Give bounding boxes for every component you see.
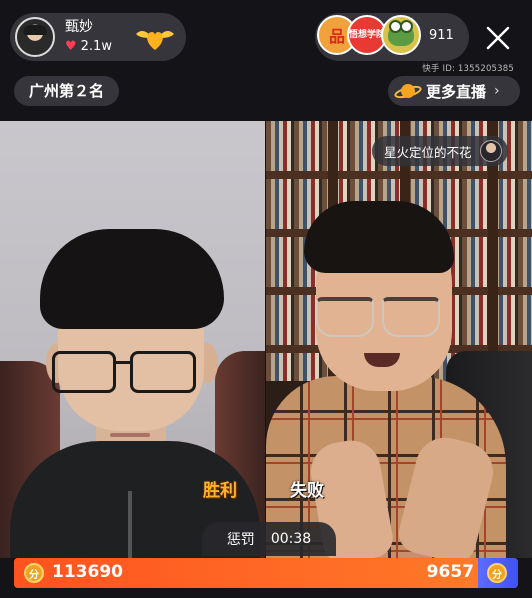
jacket-zipper: [128, 491, 132, 558]
host-info-pill[interactable]: 甄妙 ♥ 2.1w: [10, 13, 186, 61]
glasses-bridge: [114, 361, 132, 364]
viewer-count: 911: [429, 28, 454, 43]
kuaishou-id-watermark: 快手 ID: 1355205385: [422, 64, 514, 74]
frog-icon: [388, 20, 414, 46]
coin-icon: 分: [487, 563, 507, 583]
score-right: 9657: [426, 562, 474, 582]
coin-icon: 分: [24, 563, 44, 583]
more-live-button[interactable]: 更多直播 ›: [388, 76, 520, 106]
opponent-name: 星火定位的不花: [384, 144, 472, 160]
glasses-lens-left: [52, 351, 116, 393]
chevron-right-icon: ›: [494, 83, 500, 99]
opponent-name-pill[interactable]: 星火定位的不花: [372, 136, 508, 166]
likes-count: 2.1w: [80, 39, 112, 54]
opponent-avatar[interactable]: [479, 140, 502, 162]
host-name: 甄妙: [65, 19, 93, 35]
punishment-timer: 惩罚 00:38: [202, 522, 336, 556]
heart-wings-follow-icon[interactable]: [134, 24, 176, 54]
heart-icon: ♥: [65, 39, 77, 54]
pk-score-bar[interactable]: 分 113690 9657 分: [14, 558, 518, 588]
host-info: 甄妙 ♥ 2.1w: [65, 18, 112, 56]
host-avatar[interactable]: [15, 17, 55, 57]
viewer-avatar-3[interactable]: [381, 15, 421, 55]
win-result-label: 胜利: [203, 481, 237, 501]
more-live-label: 更多直播: [426, 82, 487, 101]
glasses-lens-right: [130, 351, 196, 393]
city-rank-pill[interactable]: 广州第２名: [14, 76, 120, 106]
countdown-timer: 00:38: [270, 531, 312, 547]
score-left: 113690: [52, 562, 123, 582]
close-button[interactable]: [480, 20, 516, 56]
host-likes: ♥ 2.1w: [65, 38, 112, 56]
planet-icon: [394, 84, 422, 99]
close-icon: [486, 26, 510, 50]
glasses-lens-left: [316, 297, 374, 337]
glasses-lens-right: [382, 297, 440, 337]
punishment-label: 惩罚: [226, 532, 255, 548]
person-mouth: [110, 433, 150, 437]
lose-result-label: 失败: [290, 481, 324, 501]
viewer-list-pill[interactable]: 品 悟想学院 911: [315, 13, 469, 61]
person-hair: [40, 229, 224, 329]
